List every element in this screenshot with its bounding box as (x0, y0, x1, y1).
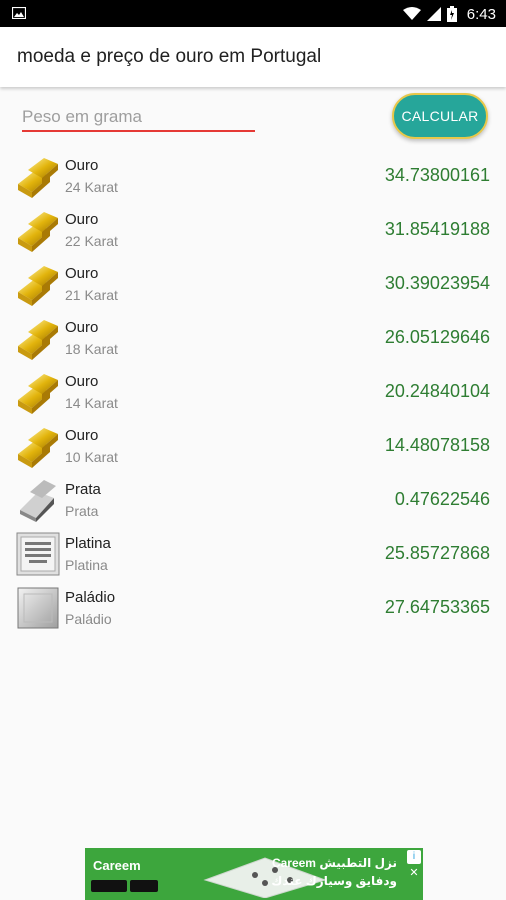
metal-purity: 21 Karat (65, 287, 118, 303)
app-store-badge[interactable] (91, 880, 127, 892)
list-item[interactable]: Ouro 14 Karat 20.24840104 (0, 365, 506, 419)
adchoices-icon[interactable]: i (407, 850, 421, 864)
gold-bar-icon (16, 154, 60, 198)
metal-price: 14.48078158 (384, 435, 490, 455)
gold-bar-icon (16, 262, 60, 306)
ad-text-line2: ودفايق وسيارك عندك (271, 874, 397, 888)
metal-name: Ouro (65, 319, 99, 336)
play-store-badge[interactable] (130, 880, 158, 892)
palladium-bar-icon (16, 586, 60, 630)
metal-name: Ouro (65, 373, 99, 390)
metal-name: Ouro (65, 211, 99, 228)
gold-bar-icon (16, 424, 60, 468)
silver-bar-icon (16, 478, 60, 522)
image-icon (12, 7, 26, 19)
metal-purity: 18 Karat (65, 341, 118, 357)
metal-name: Platina (65, 535, 111, 552)
battery-icon (446, 6, 457, 22)
metal-price: 34.73800161 (384, 165, 490, 185)
metal-price: 26.05129646 (384, 327, 490, 347)
list-item[interactable]: Paládio Paládio 27.64753365 (0, 581, 506, 635)
list-item[interactable]: Ouro 18 Karat 26.05129646 (0, 311, 506, 365)
metal-price: 20.24840104 (384, 381, 490, 401)
metal-price: 25.85727868 (384, 543, 490, 563)
page-title: moeda e preço de ouro em Portugal (17, 46, 322, 67)
gold-bar-icon (16, 208, 60, 252)
list-item[interactable]: Ouro 10 Karat 14.48078158 (0, 419, 506, 473)
metal-purity: Platina (65, 557, 108, 573)
metal-purity: Prata (65, 503, 99, 519)
metal-name: Prata (65, 481, 101, 498)
weight-input[interactable] (22, 104, 255, 132)
close-icon[interactable]: ✕ (407, 866, 421, 880)
metal-purity: 24 Karat (65, 179, 118, 195)
input-row: CALCULAR (0, 88, 506, 148)
metal-purity: 14 Karat (65, 395, 118, 411)
metal-purity: Paládio (65, 611, 112, 627)
gold-bar-icon (16, 370, 60, 414)
metal-price: 30.39023954 (384, 273, 490, 293)
ad-banner[interactable]: Careem Careem نزل التطبيش ودفايق وسيارك … (85, 848, 423, 900)
list-item[interactable]: Ouro 24 Karat 34.73800161 (0, 149, 506, 203)
metal-price: 31.85419188 (384, 219, 490, 239)
list-item[interactable]: Ouro 22 Karat 31.85419188 (0, 203, 506, 257)
price-list: Ouro 24 Karat 34.73800161 Ouro 22 Karat 31.85… (0, 149, 506, 635)
wifi-icon (402, 7, 421, 20)
app-bar: moeda e preço de ouro em Portugal (0, 27, 506, 87)
ad-brand: Careem (93, 858, 141, 873)
metal-purity: 10 Karat (65, 449, 118, 465)
list-item[interactable]: Ouro 21 Karat 30.39023954 (0, 257, 506, 311)
signal-icon (426, 7, 441, 21)
metal-name: Paládio (65, 589, 116, 606)
calculate-button[interactable]: CALCULAR (392, 93, 488, 139)
clock: 6:43 (466, 5, 496, 23)
list-item[interactable]: Prata Prata 0.47622546 (0, 473, 506, 527)
metal-name: Ouro (65, 157, 99, 174)
metal-name: Ouro (65, 265, 99, 282)
metal-price: 0.47622546 (394, 489, 490, 509)
metal-purity: 22 Karat (65, 233, 118, 249)
list-item[interactable]: Platina Platina 25.85727868 (0, 527, 506, 581)
metal-price: 27.64753365 (384, 597, 490, 617)
platinum-bar-icon (16, 532, 60, 576)
metal-name: Ouro (65, 427, 99, 444)
ad-text-line1: Careem نزل التطبيش (271, 856, 397, 870)
status-bar: 6:43 (0, 0, 506, 27)
gold-bar-icon (16, 316, 60, 360)
